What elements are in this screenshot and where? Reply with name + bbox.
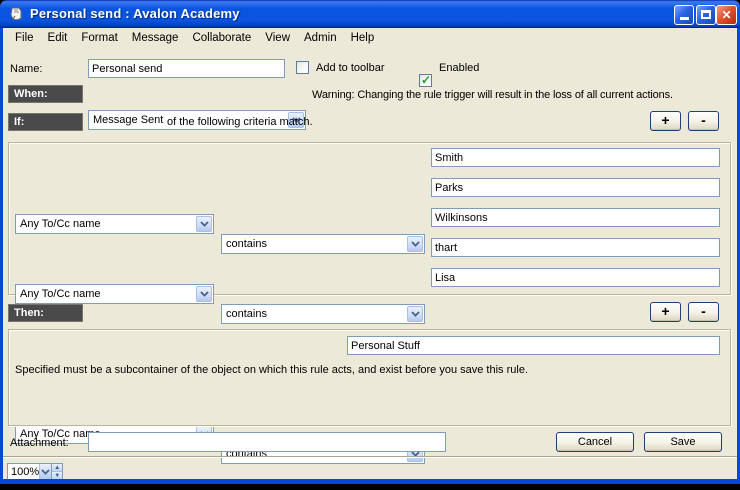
menu-admin[interactable]: Admin xyxy=(297,30,344,46)
close-icon: ✕ xyxy=(721,8,731,22)
maximize-icon xyxy=(701,10,711,19)
action-target-input[interactable] xyxy=(347,336,720,355)
desktop-background-strip xyxy=(0,484,740,490)
menu-file[interactable]: File xyxy=(8,30,41,46)
window-border-left xyxy=(0,28,3,484)
criteria-field-value: Any To/Cc name xyxy=(20,288,101,300)
spinner-up-icon[interactable]: ▲ xyxy=(52,464,62,471)
criteria-operator-value: contains xyxy=(226,238,267,250)
maximize-button[interactable] xyxy=(696,5,716,25)
criteria-value-input[interactable] xyxy=(431,238,720,257)
trigger-warning-text: Warning: Changing the rule trigger will … xyxy=(312,89,673,101)
criteria-field-dropdown[interactable]: Any To/Cc name xyxy=(15,214,214,234)
close-button[interactable]: ✕ xyxy=(716,5,737,25)
zoom-value: 100% xyxy=(8,464,39,479)
criteria-value-input[interactable] xyxy=(431,208,720,227)
when-trigger-value: Message Sent xyxy=(93,114,163,126)
minimize-button[interactable] xyxy=(674,5,694,25)
attachment-input[interactable] xyxy=(88,432,446,452)
chevron-down-icon[interactable] xyxy=(407,306,423,322)
criteria-operator-dropdown[interactable]: contains xyxy=(221,304,425,324)
zoom-spinner[interactable]: ▲ ▼ xyxy=(51,464,62,479)
subcontainer-note: Specified must be a subcontainer of the … xyxy=(15,364,528,376)
cancel-button[interactable]: Cancel xyxy=(556,432,634,452)
attachment-label: Attachment: xyxy=(10,437,69,449)
chevron-down-icon[interactable] xyxy=(196,216,212,232)
zoom-control[interactable]: 100% ▲ ▼ xyxy=(7,463,63,480)
criteria-value-input[interactable] xyxy=(431,268,720,287)
menu-message[interactable]: Message xyxy=(125,30,186,46)
app-icon xyxy=(8,6,24,22)
name-label: Name: xyxy=(10,63,42,75)
when-section-label: When: xyxy=(8,85,83,103)
add-to-toolbar-checkbox[interactable] xyxy=(296,61,309,74)
add-action-button[interactable]: + xyxy=(650,302,681,322)
titlebar: Personal send : Avalon Academy ✕ xyxy=(0,0,740,28)
menu-help[interactable]: Help xyxy=(344,30,382,46)
remove-action-button[interactable]: - xyxy=(688,302,719,322)
criteria-field-value: Any To/Cc name xyxy=(20,218,101,230)
criteria-value-input[interactable] xyxy=(431,178,720,197)
then-section-label: Then: xyxy=(8,304,83,322)
statusbar-divider xyxy=(3,456,737,458)
if-section-label: If: xyxy=(8,113,83,131)
check-icon: ✓ xyxy=(421,73,431,87)
criteria-value-input[interactable] xyxy=(431,148,720,167)
minimize-icon xyxy=(680,17,689,20)
criteria-field-dropdown[interactable]: Any To/Cc name xyxy=(15,284,214,304)
enabled-checkbox[interactable]: ✓ xyxy=(419,74,432,87)
name-input[interactable] xyxy=(88,59,285,78)
menu-collaborate[interactable]: Collaborate xyxy=(185,30,258,46)
rule-editor-window: Personal send : Avalon Academy ✕ File Ed… xyxy=(0,0,740,490)
window-title: Personal send : Avalon Academy xyxy=(30,6,240,21)
chevron-down-icon[interactable] xyxy=(407,236,423,252)
remove-criteria-button[interactable]: - xyxy=(688,111,719,131)
menu-format[interactable]: Format xyxy=(74,30,124,46)
add-to-toolbar-label: Add to toolbar xyxy=(316,62,385,74)
chevron-down-icon[interactable] xyxy=(39,464,51,479)
if-suffix-text: of the following criteria match. xyxy=(167,116,313,128)
menu-edit[interactable]: Edit xyxy=(41,30,75,46)
save-button[interactable]: Save xyxy=(644,432,722,452)
chevron-down-icon[interactable] xyxy=(196,286,212,302)
enabled-label: Enabled xyxy=(439,62,479,74)
criteria-operator-value: contains xyxy=(226,308,267,320)
add-criteria-button[interactable]: + xyxy=(650,111,681,131)
criteria-operator-dropdown[interactable]: contains xyxy=(221,234,425,254)
menu-view[interactable]: View xyxy=(258,30,297,46)
menu-bar: File Edit Format Message Collaborate Vie… xyxy=(3,28,737,48)
spinner-down-icon[interactable]: ▼ xyxy=(52,471,62,479)
